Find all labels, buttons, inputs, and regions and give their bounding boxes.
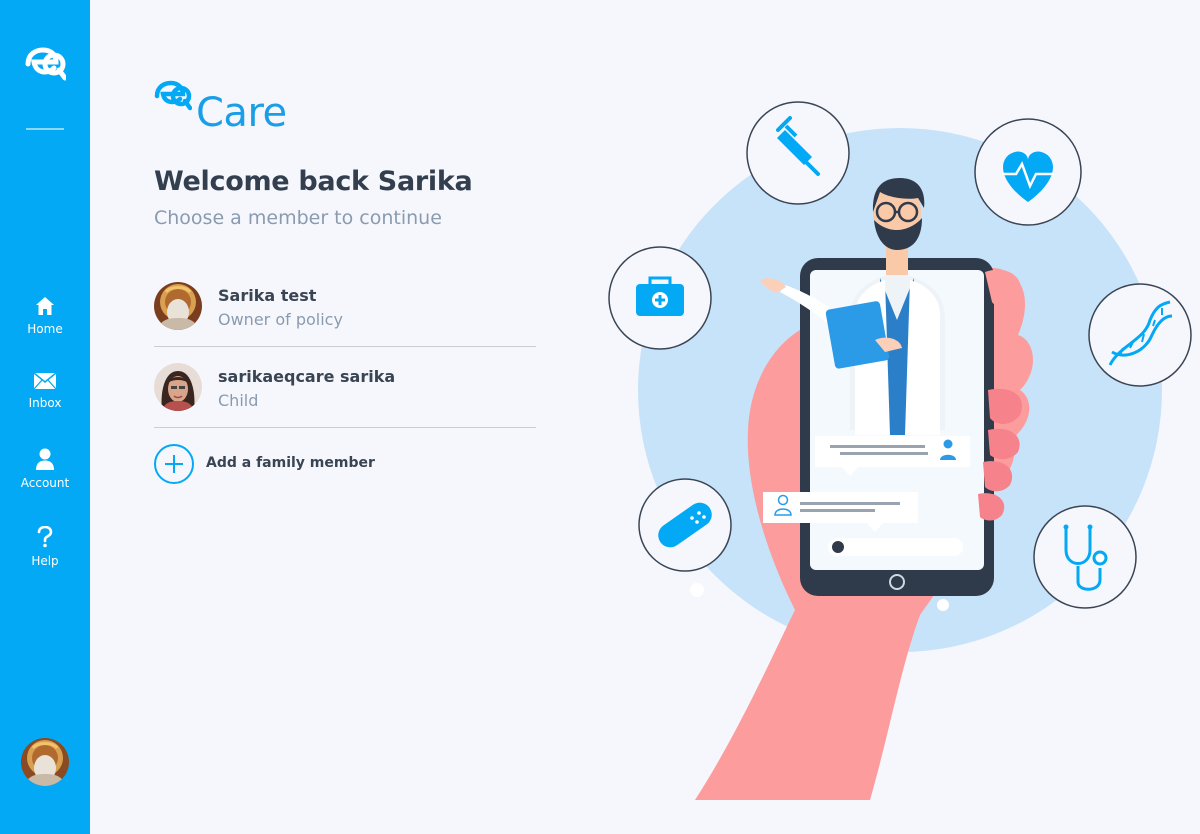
app-logo-icon[interactable]	[24, 46, 66, 82]
member-divider	[154, 427, 536, 428]
dna-icon	[1088, 283, 1192, 387]
syringe-icon	[746, 101, 850, 205]
member-avatar	[154, 363, 202, 411]
member-name: Sarika test	[218, 286, 317, 305]
avatar-image-icon	[21, 738, 69, 786]
avatar-image-icon	[154, 282, 202, 330]
nav-account-label: Account	[20, 476, 70, 490]
add-family-member-button[interactable]: Add a family member	[154, 443, 414, 485]
member-role: Owner of policy	[218, 310, 343, 329]
user-icon	[36, 448, 54, 470]
nav-help-label: Help	[31, 554, 59, 568]
plus-icon	[154, 444, 194, 484]
chat-input-bar	[828, 538, 963, 556]
sidebar: Home Inbox Account Help	[0, 0, 90, 834]
page-subtitle: Choose a member to continue	[154, 207, 442, 229]
member-avatar	[154, 282, 202, 330]
avatar-image-icon	[154, 363, 202, 411]
sidebar-divider	[26, 128, 64, 130]
heart-monitor-icon	[974, 118, 1082, 226]
add-family-member-label: Add a family member	[206, 455, 375, 471]
medical-kit-icon	[608, 246, 712, 350]
nav-item-inbox[interactable]: Inbox	[0, 372, 90, 410]
bandage-icon	[638, 478, 732, 572]
nav-item-home[interactable]: Home	[0, 296, 90, 336]
mail-icon	[34, 372, 56, 390]
stethoscope-icon	[1033, 505, 1137, 609]
user-avatar[interactable]	[21, 738, 69, 786]
help-icon	[37, 526, 53, 548]
member-item-1[interactable]: Sarika test Owner of policy	[154, 266, 536, 347]
member-name: sarikaeqcare sarika	[218, 367, 396, 386]
nav-inbox-label: Inbox	[28, 396, 62, 410]
member-item-2[interactable]: sarikaeqcare sarika Child	[154, 347, 536, 428]
member-role: Child	[218, 391, 259, 410]
eq-logo-icon	[154, 80, 192, 111]
brand-logo: Care	[154, 80, 294, 136]
home-icon	[36, 297, 54, 315]
nav-item-account[interactable]: Account	[0, 448, 90, 490]
nav-item-help[interactable]: Help	[0, 526, 90, 568]
nav-home-label: Home	[27, 322, 63, 336]
doctor-phone-illustration	[608, 101, 1192, 800]
brand-name: Care	[196, 90, 287, 136]
page-title: Welcome back Sarika	[154, 166, 473, 197]
